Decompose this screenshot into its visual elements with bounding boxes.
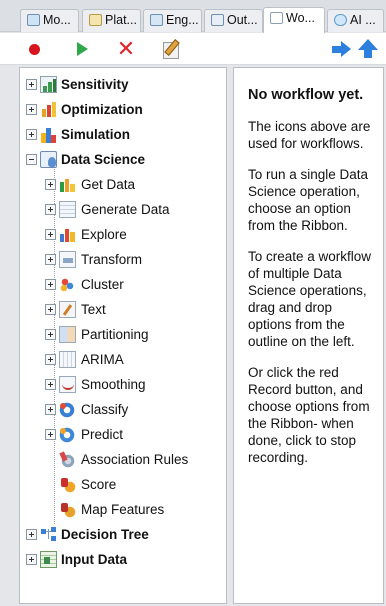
info-paragraph-single: To run a single Data Science operation, …	[248, 167, 369, 233]
tab-ai[interactable]: AI ...	[327, 9, 384, 32]
score-icon	[59, 476, 76, 493]
tree-item-score[interactable]: Score	[20, 474, 220, 496]
info-heading: No workflow yet.	[248, 87, 364, 103]
delete-icon[interactable]: ✕	[115, 38, 137, 60]
tab-platform[interactable]: Plat...	[82, 9, 141, 32]
tree-item-text[interactable]: Text	[20, 299, 220, 321]
tree-item-classify[interactable]: Classify	[20, 399, 220, 421]
tree-item-association-rules[interactable]: Association Rules	[20, 449, 220, 471]
tree-item-explore[interactable]: Explore	[20, 224, 220, 246]
expand-icon[interactable]	[45, 379, 56, 390]
workflow-toolbar: ✕	[0, 33, 386, 65]
tab-workflow[interactable]: Wo...	[263, 7, 325, 33]
association-rules-icon	[59, 451, 76, 468]
expand-icon[interactable]	[45, 254, 56, 265]
workflow-tab-icon	[270, 12, 283, 24]
expand-icon[interactable]	[45, 204, 56, 215]
tab-strip: Mo... Plat... Eng... Out... Wo... AI ...	[0, 0, 386, 33]
arrow-up-icon[interactable]	[357, 39, 379, 59]
tab-model[interactable]: Mo...	[20, 9, 79, 32]
transform-icon	[59, 251, 76, 268]
tree-item-partitioning[interactable]: Partitioning	[20, 324, 220, 346]
input-data-icon	[40, 551, 57, 568]
map-features-icon	[59, 501, 76, 518]
workflow-info-panel: No workflow yet. The icons above are use…	[233, 67, 384, 604]
expand-icon[interactable]	[45, 279, 56, 290]
text-icon	[59, 301, 76, 318]
sensitivity-icon	[40, 76, 57, 93]
tree-item-cluster[interactable]: Cluster	[20, 274, 220, 296]
data-science-icon	[40, 151, 57, 168]
classify-icon	[59, 401, 76, 418]
arima-icon	[59, 351, 76, 368]
smoothing-icon	[59, 376, 76, 393]
info-paragraph-icons: The icons above are used for workflows.	[248, 119, 371, 151]
model-tab-icon	[27, 14, 40, 26]
expand-icon[interactable]	[26, 104, 37, 115]
arrow-right-icon[interactable]	[330, 39, 352, 59]
expand-icon[interactable]	[45, 304, 56, 315]
get-data-icon	[59, 176, 76, 193]
tree-item-decision-tree[interactable]: Decision Tree	[20, 524, 220, 546]
cluster-icon	[59, 276, 76, 293]
play-icon[interactable]	[70, 39, 92, 59]
expand-icon[interactable]	[26, 129, 37, 140]
tree-item-sensitivity[interactable]: Sensitivity	[20, 74, 220, 96]
output-tab-icon	[211, 14, 224, 26]
predict-icon	[59, 426, 76, 443]
tree-item-simulation[interactable]: Simulation	[20, 124, 220, 146]
expand-icon[interactable]	[45, 429, 56, 440]
record-icon[interactable]	[24, 39, 46, 59]
generate-data-icon	[59, 201, 76, 218]
tree-item-generate-data[interactable]: Generate Data	[20, 199, 220, 221]
edit-icon[interactable]	[160, 39, 182, 59]
tree-item-map-features[interactable]: Map Features	[20, 499, 220, 521]
tree-item-optimization[interactable]: Optimization	[20, 99, 220, 121]
expand-icon[interactable]	[45, 354, 56, 365]
tree-item-predict[interactable]: Predict	[20, 424, 220, 446]
tree-item-input-data[interactable]: Input Data	[20, 549, 220, 571]
ai-tab-icon	[334, 14, 347, 26]
outline-tree: Sensitivity Optimization Simulation Data…	[19, 67, 227, 604]
tree-item-data-science[interactable]: Data Science	[20, 149, 220, 171]
tree-item-arima[interactable]: ARIMA	[20, 349, 220, 371]
tree-item-get-data[interactable]: Get Data	[20, 174, 220, 196]
simulation-icon	[40, 126, 57, 143]
tree-item-transform[interactable]: Transform	[20, 249, 220, 271]
workflow-pane: Mo... Plat... Eng... Out... Wo... AI ...…	[0, 0, 386, 606]
decision-tree-icon	[40, 526, 57, 543]
tab-engine[interactable]: Eng...	[143, 9, 202, 32]
tree-item-smoothing[interactable]: Smoothing	[20, 374, 220, 396]
platform-tab-icon	[89, 14, 102, 26]
expand-icon[interactable]	[45, 329, 56, 340]
partitioning-icon	[59, 326, 76, 343]
info-paragraph-workflow: To create a workflow of multiple Data Sc…	[248, 249, 372, 349]
info-paragraph-record: Or click the red Record button, and choo…	[248, 365, 370, 465]
collapse-icon[interactable]	[26, 154, 37, 165]
engine-tab-icon	[150, 14, 163, 26]
expand-icon[interactable]	[26, 554, 37, 565]
expand-icon[interactable]	[26, 79, 37, 90]
expand-icon[interactable]	[45, 179, 56, 190]
explore-icon	[59, 226, 76, 243]
expand-icon[interactable]	[45, 229, 56, 240]
tab-output[interactable]: Out...	[204, 9, 263, 32]
expand-icon[interactable]	[26, 529, 37, 540]
expand-icon[interactable]	[45, 404, 56, 415]
optimization-icon	[40, 101, 57, 118]
